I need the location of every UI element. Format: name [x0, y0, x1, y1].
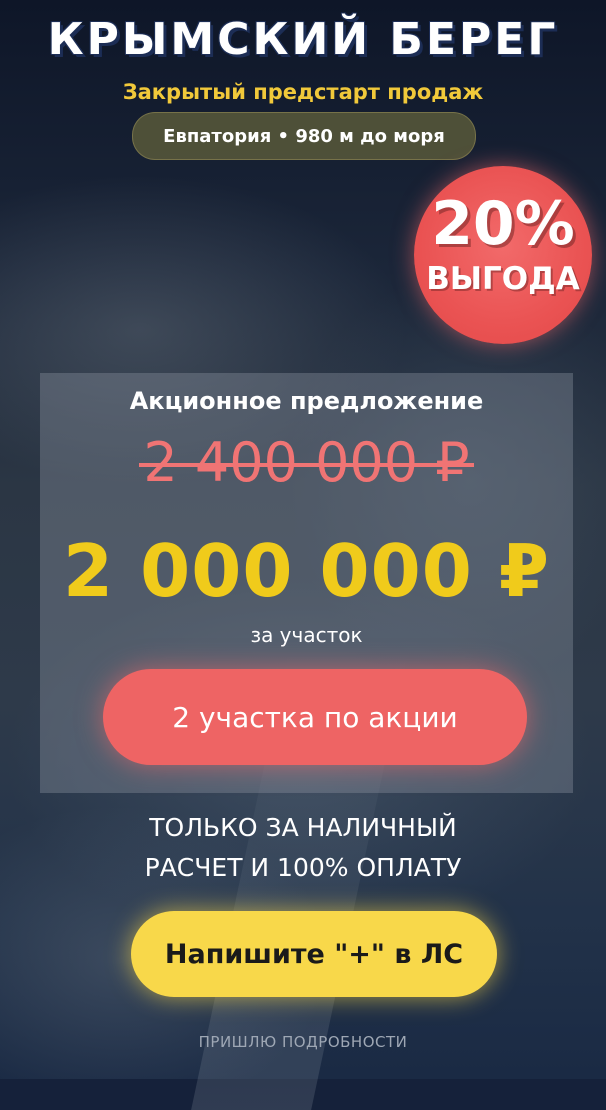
page-subtitle: Закрытый предстарт продаж — [122, 80, 484, 104]
offer-heading: Акционное предложение — [129, 387, 484, 415]
location-pill: Евпатория • 980 м до моря — [132, 112, 476, 160]
promo-plots-button[interactable]: 2 участка по акции — [103, 669, 527, 765]
price-unit: за участок — [250, 623, 363, 647]
old-price: 2 400 000 ₽ — [40, 433, 573, 493]
payment-terms-line1: ТОЛЬКО ЗА НАЛИЧНЫЙ — [149, 813, 457, 842]
discount-label: ВЫГОДА — [426, 261, 580, 297]
payment-terms: ТОЛЬКО ЗА НАЛИЧНЫЙ РАСЧЕТ И 100% ОПЛАТУ — [0, 808, 606, 888]
discount-percent: 20% — [431, 189, 575, 259]
new-price: 2 000 000 ₽ — [63, 529, 550, 613]
message-cta-button[interactable]: Напишите "+" в ЛС — [131, 911, 497, 997]
page-title: КРЫМСКИЙ БЕРЕГ — [47, 14, 559, 65]
payment-terms-line2: РАСЧЕТ И 100% ОПЛАТУ — [144, 853, 462, 882]
details-note: ПРИШЛЮ ПОДРОБНОСТИ — [198, 1033, 408, 1051]
old-price-value: 2 400 000 ₽ — [139, 431, 475, 494]
discount-badge: 20% ВЫГОДА — [414, 166, 592, 344]
offer-card: Акционное предложение 2 400 000 ₽ 2 000 … — [40, 373, 573, 793]
